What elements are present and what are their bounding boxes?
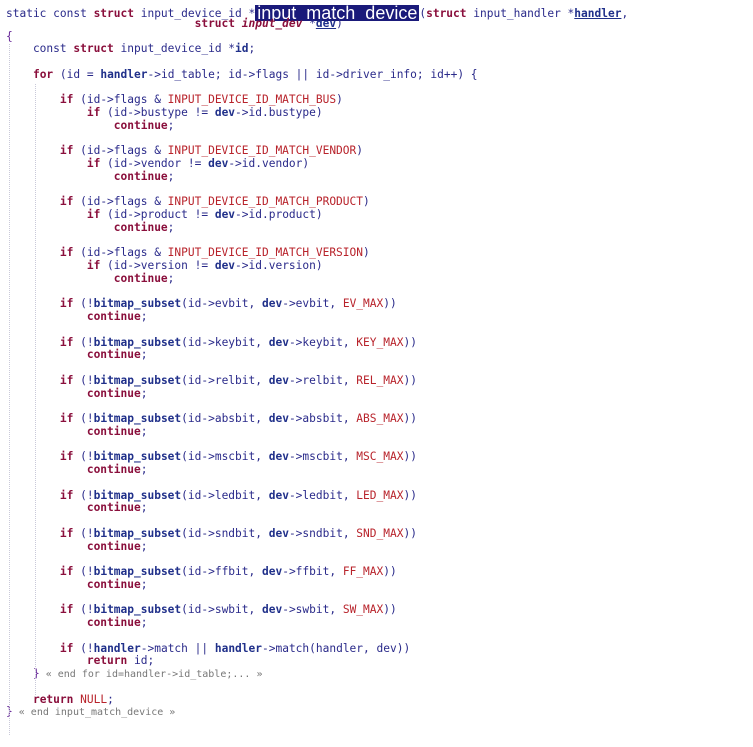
- param-dev[interactable]: dev: [316, 17, 336, 30]
- return-id-line: return id;: [86, 654, 155, 668]
- continue-line: continue;: [113, 271, 175, 285]
- indent-guide-for: [35, 84, 36, 697]
- end-for-comment: « end for id=handler->id_table;... »: [39, 669, 263, 680]
- continue-line: continue;: [113, 118, 175, 132]
- end-for-line: } « end for id=handler->id_table;... »: [32, 667, 263, 680]
- continue-line: continue;: [86, 386, 148, 400]
- continue-line: continue;: [113, 169, 175, 183]
- continue-line: continue;: [86, 616, 148, 629]
- return-null-line: return NULL;: [32, 692, 114, 706]
- end-func-comment: « end input_match_device »: [12, 707, 176, 719]
- continue-line: continue;: [86, 539, 148, 553]
- continue-line: continue;: [86, 577, 148, 591]
- indent-guide-function: [9, 44, 10, 735]
- decl-line: const struct input_device_id *id;: [6, 42, 256, 56]
- param-handler[interactable]: handler: [574, 7, 621, 20]
- continue-line: continue;: [113, 220, 175, 234]
- continue-line: continue;: [86, 463, 148, 476]
- for-line: for (id = handler->id_table; id->flags |…: [32, 67, 478, 81]
- continue-line: continue;: [86, 310, 148, 323]
- end-func-line: } « end input_match_device »: [6, 705, 176, 719]
- code-view: static const struct input_device_id * inp…: [6, 4, 747, 719]
- continue-line: continue;: [86, 424, 148, 438]
- continue-line: continue;: [86, 501, 148, 515]
- continue-line: continue;: [86, 348, 148, 362]
